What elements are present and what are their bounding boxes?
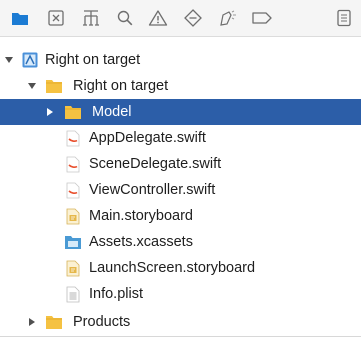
source-control-icon[interactable] (45, 7, 67, 29)
navigator-toolbar (0, 0, 361, 37)
group-row[interactable]: Right on target (0, 73, 361, 99)
tree-item-model[interactable]: Model (0, 99, 361, 125)
folder-icon[interactable] (9, 7, 31, 29)
disclosure-expanded-icon[interactable] (27, 81, 37, 91)
tree-item-label: SceneDelegate.swift (89, 156, 222, 172)
plist-file-icon (64, 285, 82, 303)
folder-icon (45, 77, 63, 95)
storyboard-file-icon (64, 259, 82, 277)
tree-item-label: Assets.xcassets (89, 234, 193, 250)
tree-item-main-storyboard[interactable]: Main.storyboard (0, 203, 361, 229)
tree-item-label: Products (73, 314, 131, 330)
tree-item-label: Info.plist (89, 286, 143, 302)
swift-file-icon (64, 129, 82, 147)
disclosure-collapsed-icon[interactable] (27, 317, 37, 327)
tree-item-label: Main.storyboard (89, 208, 193, 224)
tree-item-assets[interactable]: Assets.xcassets (0, 229, 361, 255)
tree-item-appdelegate[interactable]: AppDelegate.swift (0, 125, 361, 151)
tree-item-viewcontroller[interactable]: ViewController.swift (0, 177, 361, 203)
tree-item-launchscreen[interactable]: LaunchScreen.storyboard (0, 255, 361, 281)
report-icon[interactable] (333, 7, 355, 29)
assets-folder-icon (64, 233, 82, 251)
disclosure-expanded-icon[interactable] (4, 55, 14, 65)
xcode-project-icon (21, 51, 39, 69)
swift-file-icon (64, 181, 82, 199)
tree-item-scenedelegate[interactable]: SceneDelegate.swift (0, 151, 361, 177)
disclosure-collapsed-icon[interactable] (45, 107, 55, 117)
swift-file-icon (64, 155, 82, 173)
search-icon[interactable] (114, 7, 136, 29)
breakpoint-icon[interactable] (251, 7, 273, 29)
hierarchy-icon[interactable] (80, 7, 102, 29)
tree-item-label: ViewController.swift (89, 182, 216, 198)
folder-icon (64, 103, 82, 121)
tree-item-label: Model (92, 104, 132, 120)
tree-item-label: AppDelegate.swift (89, 130, 206, 146)
project-row[interactable]: Right on target (0, 47, 361, 73)
test-icon[interactable] (182, 7, 204, 29)
tree-item-info-plist[interactable]: Info.plist (0, 281, 361, 307)
storyboard-file-icon (64, 207, 82, 225)
project-label: Right on target (45, 52, 141, 68)
tree-item-label: LaunchScreen.storyboard (89, 260, 256, 276)
debug-icon[interactable] (216, 7, 238, 29)
folder-icon (45, 313, 63, 331)
warning-icon[interactable] (147, 7, 169, 29)
group-label: Right on target (73, 78, 169, 94)
tree-item-products[interactable]: Products (0, 309, 361, 335)
